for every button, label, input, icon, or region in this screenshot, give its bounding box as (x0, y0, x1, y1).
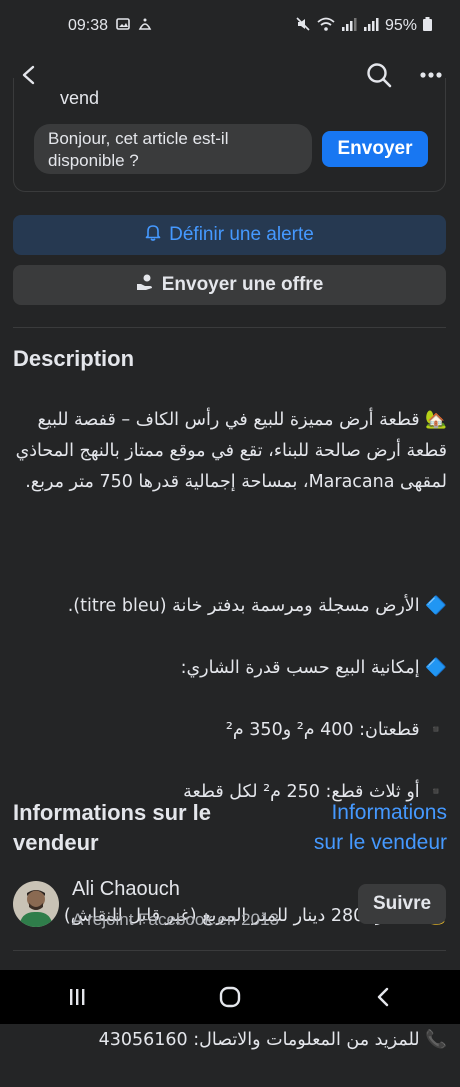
seller-joined: A rejoint Facebook en 2013 (72, 910, 279, 929)
status-right: 95% (295, 16, 432, 37)
follow-button[interactable]: Suivre (358, 884, 446, 924)
signal-icon-2 (363, 17, 379, 36)
avatar[interactable] (13, 881, 59, 927)
battery-level: 95% (384, 17, 417, 34)
set-alert-button[interactable]: Définir une alerte (13, 215, 446, 255)
app-notification-icon (138, 17, 152, 36)
offer-hand-icon (136, 273, 154, 297)
gallery-notification-icon (116, 17, 130, 36)
recent-apps-icon[interactable] (47, 970, 107, 1024)
bell-icon (145, 223, 161, 247)
status-left: 09:38 (68, 17, 152, 36)
seller-name[interactable]: Ali Chaouch (72, 878, 180, 901)
description-line-possibilite: 🔷 إمكانية البيع حسب قدرة الشاري: (180, 658, 447, 678)
wifi-icon (317, 16, 335, 37)
mute-icon (295, 16, 311, 37)
status-bar: 09:38 95% (0, 0, 460, 52)
seller-info-heading: Informations sur le vendeur (13, 800, 212, 855)
message-card-label: vend (60, 88, 100, 108)
send-message-button[interactable]: Envoyer (322, 131, 428, 167)
seller-info-link[interactable]: Informations sur le vendeur (300, 798, 447, 858)
set-alert-label: Définir une alerte (169, 224, 314, 245)
battery-icon (423, 16, 432, 36)
send-offer-button[interactable]: Envoyer une offre (13, 265, 446, 305)
status-time: 09:38 (68, 17, 109, 34)
send-offer-label: Envoyer une offre (161, 274, 324, 295)
divider (13, 327, 446, 328)
divider (13, 950, 446, 951)
system-navigation-bar (0, 970, 460, 1024)
description-line-contact: 📞 للمزيد من المعلومات والاتصال: 43056160 (98, 1030, 447, 1050)
description-line-titre: 🔷 الأرض مسجلة ومرسمة بدفتر خانة (titre b… (67, 596, 447, 616)
description-paragraph: 🏡 قطعة أرض مميزة للبيع في رأس الكاف – قف… (15, 410, 447, 492)
home-icon[interactable] (200, 970, 260, 1024)
signal-icon-1 (341, 17, 357, 36)
back-nav-icon[interactable] (353, 970, 413, 1024)
message-input[interactable]: Bonjour, cet article est-il disponible ? (34, 124, 312, 174)
description-line-two-lots: ▪️ قطعتان: 400 م² و350 م² (225, 720, 447, 740)
description-heading: Description (13, 346, 135, 371)
